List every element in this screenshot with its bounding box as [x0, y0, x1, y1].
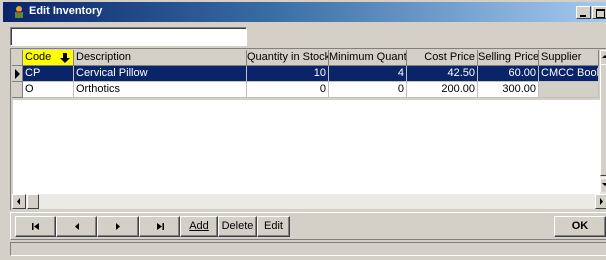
navigation-toolbar: Add Delete Edit OK [10, 212, 606, 240]
current-row-arrow-icon [15, 69, 20, 79]
scroll-up-button[interactable] [600, 50, 606, 64]
cell-cost[interactable]: 42.50 [407, 66, 478, 82]
scroll-down-arrow-icon [602, 183, 606, 186]
horizontal-scroll-thumb[interactable] [27, 194, 39, 209]
column-header-cost[interactable]: Cost Price [407, 50, 478, 66]
row-indicator [12, 66, 23, 82]
search-input[interactable] [10, 27, 247, 46]
scroll-right-button[interactable] [595, 194, 606, 209]
edit-button-label: Edit [264, 220, 283, 232]
scroll-down-button[interactable] [600, 178, 606, 192]
minimize-button[interactable] [576, 6, 591, 19]
header-indicator-cell [12, 50, 23, 66]
column-header-supplier-label: Supplier [541, 51, 582, 63]
last-record-icon [156, 222, 164, 230]
first-record-icon [31, 222, 39, 230]
cell-qty[interactable]: 10 [247, 66, 329, 82]
cell-supplier[interactable] [539, 82, 599, 98]
inventory-grid[interactable]: Code Description Quantity in Stock Minim… [10, 48, 606, 210]
edit-inventory-window: Edit Inventory Code Description Quantity… [0, 0, 606, 260]
status-bar [10, 242, 606, 256]
vertical-scroll-thumb[interactable] [600, 64, 606, 176]
scroll-up-arrow-icon [602, 55, 606, 58]
column-header-supplier[interactable]: Supplier [539, 50, 599, 66]
next-record-button[interactable] [97, 216, 139, 237]
column-header-min-label: Minimum Quantity [329, 51, 407, 63]
scroll-left-arrow-icon [17, 198, 20, 205]
add-button-label: Add [189, 220, 209, 232]
maximize-button[interactable] [592, 6, 606, 19]
cell-sell[interactable]: 60.00 [478, 66, 539, 82]
column-header-qty[interactable]: Quantity in Stock [247, 50, 329, 66]
cell-code[interactable]: O [23, 82, 74, 98]
inventory-app-icon [15, 6, 23, 18]
scroll-left-button[interactable] [12, 194, 26, 209]
cell-supplier[interactable]: CMCC Books [539, 66, 599, 82]
edit-button[interactable]: Edit [257, 216, 290, 237]
cell-min[interactable]: 0 [329, 82, 407, 98]
column-header-qty-label: Quantity in Stock [247, 51, 329, 63]
cell-sell[interactable]: 300.00 [478, 82, 539, 98]
column-header-code[interactable]: Code [23, 50, 74, 66]
window-title: Edit Inventory [29, 5, 103, 17]
sort-descending-icon [60, 53, 70, 63]
cell-qty[interactable]: 0 [247, 82, 329, 98]
scroll-right-arrow-icon [600, 198, 603, 205]
first-record-button[interactable] [15, 216, 56, 237]
column-header-sell[interactable]: Selling Price [478, 50, 539, 66]
column-header-cost-label: Cost Price [424, 51, 475, 63]
column-header-sell-label: Selling Price [478, 51, 539, 63]
cell-description[interactable]: Cervical Pillow [74, 66, 247, 82]
cell-description[interactable]: Orthotics [74, 82, 247, 98]
column-header-min[interactable]: Minimum Quantity [329, 50, 407, 66]
ok-button-label: OK [571, 220, 589, 232]
add-button[interactable]: Add [180, 216, 218, 237]
grid-empty-area [13, 100, 600, 194]
horizontal-scrollbar[interactable] [12, 194, 606, 209]
grid-body: Code Description Quantity in Stock Minim… [12, 50, 600, 194]
table-row[interactable]: O Orthotics 0 0 200.00 300.00 [12, 82, 599, 98]
row-indicator [12, 82, 23, 98]
column-header-code-label: Code [25, 51, 52, 63]
column-header-description[interactable]: Description [74, 50, 247, 66]
cell-code[interactable]: CP [23, 66, 74, 82]
ok-button[interactable]: OK [554, 216, 606, 237]
cell-cost[interactable]: 200.00 [407, 82, 478, 98]
previous-record-icon [74, 222, 79, 230]
table-row[interactable]: CP Cervical Pillow 10 4 42.50 60.00 CMCC… [12, 66, 599, 82]
last-record-button[interactable] [139, 216, 180, 237]
delete-button-label: Delete [221, 220, 254, 232]
delete-button[interactable]: Delete [218, 216, 257, 237]
previous-record-button[interactable] [56, 216, 97, 237]
vertical-scrollbar[interactable] [600, 50, 606, 194]
title-bar[interactable]: Edit Inventory [3, 2, 606, 22]
next-record-icon [116, 222, 120, 230]
column-header-description-label: Description [76, 51, 132, 63]
cell-min[interactable]: 4 [329, 66, 407, 82]
